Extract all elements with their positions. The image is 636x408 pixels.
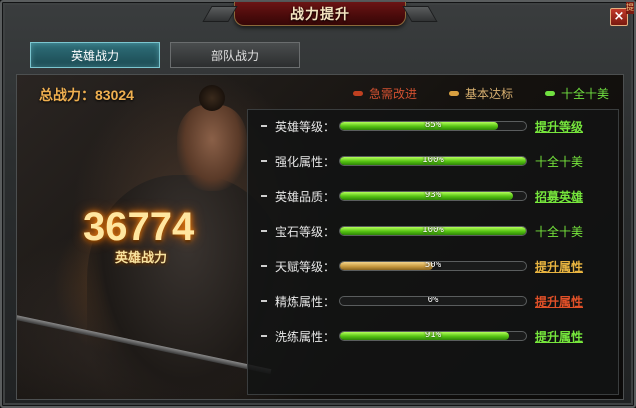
progress-bar: 100%: [339, 156, 527, 166]
tab-troop-power[interactable]: 部队战力: [170, 42, 300, 68]
close-icon: ×: [613, 9, 625, 24]
legend-item-urgent: 急需改进: [352, 85, 417, 102]
legend-dot-yellow-icon: [448, 91, 459, 96]
progress-percent: 91%: [424, 331, 442, 340]
hero-power-value: 36774: [83, 205, 195, 249]
corner-tab: 提: [626, 2, 634, 14]
progress-bar: 50%: [339, 261, 527, 271]
bullet-icon: [261, 230, 267, 232]
progress-bar: 93%: [339, 191, 527, 201]
progress-percent: 100%: [422, 226, 444, 235]
legend-item-basic: 基本达标: [448, 85, 513, 102]
stat-label: 强化属性：: [275, 154, 336, 169]
improve-link[interactable]: 提升属性: [535, 258, 583, 275]
stat-label: 英雄等级：: [275, 119, 336, 134]
tab-bar: 英雄战力 部队战力: [30, 42, 300, 68]
progress-bar: 0%: [339, 296, 527, 306]
stat-row: 英雄等级： 85% 提升等级: [248, 114, 620, 138]
stat-row: 英雄品质： 93% 招募英雄: [248, 184, 620, 208]
bullet-icon: [261, 335, 267, 337]
bullet-icon: [261, 300, 267, 302]
hero-power-label: 英雄战力: [115, 251, 168, 266]
improve-link[interactable]: 提升属性: [535, 293, 583, 310]
stats-list: 英雄等级： 85% 提升等级 强化属性： 100% 十全十美 英雄品质： 93% 招募英雄 宝石等…: [247, 109, 619, 395]
progress-percent: 93%: [424, 191, 442, 200]
hero-face: [177, 105, 247, 191]
legend-dot-green-icon: [544, 91, 555, 96]
stat-row: 天赋等级： 50% 提升属性: [248, 254, 620, 278]
progress-bar: 91%: [339, 331, 527, 341]
hero-topknot: [199, 85, 225, 111]
progress-percent: 100%: [422, 156, 444, 165]
legend-text: 急需改进: [368, 87, 417, 101]
legend: 急需改进 基本达标 十全十美: [352, 85, 609, 102]
status-text: 十全十美: [535, 224, 584, 239]
bullet-icon: [261, 125, 267, 127]
status-text: 十全十美: [535, 154, 584, 169]
combat-power-window: 战力提升 × 提 英雄战力 部队战力 总战力：83024 36774 英雄战力 …: [0, 0, 636, 408]
legend-text: 基本达标: [464, 87, 513, 101]
stat-label: 洗练属性：: [275, 329, 336, 344]
legend-dot-red-icon: [352, 91, 363, 96]
progress-bar: 100%: [339, 226, 527, 236]
stat-label: 精炼属性：: [275, 294, 336, 309]
window-title: 战力提升: [290, 5, 350, 22]
stat-label: 宝石等级：: [275, 224, 336, 239]
legend-text: 十全十美: [560, 87, 609, 101]
improve-link[interactable]: 提升等级: [535, 118, 583, 135]
stat-row: 强化属性： 100% 十全十美: [248, 149, 620, 173]
bullet-icon: [261, 160, 267, 162]
progress-percent: 85%: [424, 121, 442, 130]
stat-label: 天赋等级：: [275, 259, 336, 274]
legend-item-perfect: 十全十美: [544, 85, 609, 102]
progress-percent: 0%: [427, 296, 439, 305]
improve-link[interactable]: 招募英雄: [535, 188, 583, 205]
window-title-plate: 战力提升: [234, 2, 406, 26]
stat-row: 精炼属性： 0% 提升属性: [248, 289, 620, 313]
bullet-icon: [261, 195, 267, 197]
progress-percent: 50%: [424, 261, 442, 270]
progress-bar: 85%: [339, 121, 527, 131]
total-power: 总战力：83024: [39, 87, 134, 103]
bullet-icon: [261, 265, 267, 267]
stat-row: 宝石等级： 100% 十全十美: [248, 219, 620, 243]
stat-row: 洗练属性： 91% 提升属性: [248, 324, 620, 348]
hero-power-panel: 总战力：83024 36774 英雄战力 急需改进 基本达标 十全十美 英雄等级…: [16, 74, 624, 400]
tab-hero-power[interactable]: 英雄战力: [30, 42, 160, 68]
improve-link[interactable]: 提升属性: [535, 328, 583, 345]
stat-label: 英雄品质：: [275, 189, 336, 204]
